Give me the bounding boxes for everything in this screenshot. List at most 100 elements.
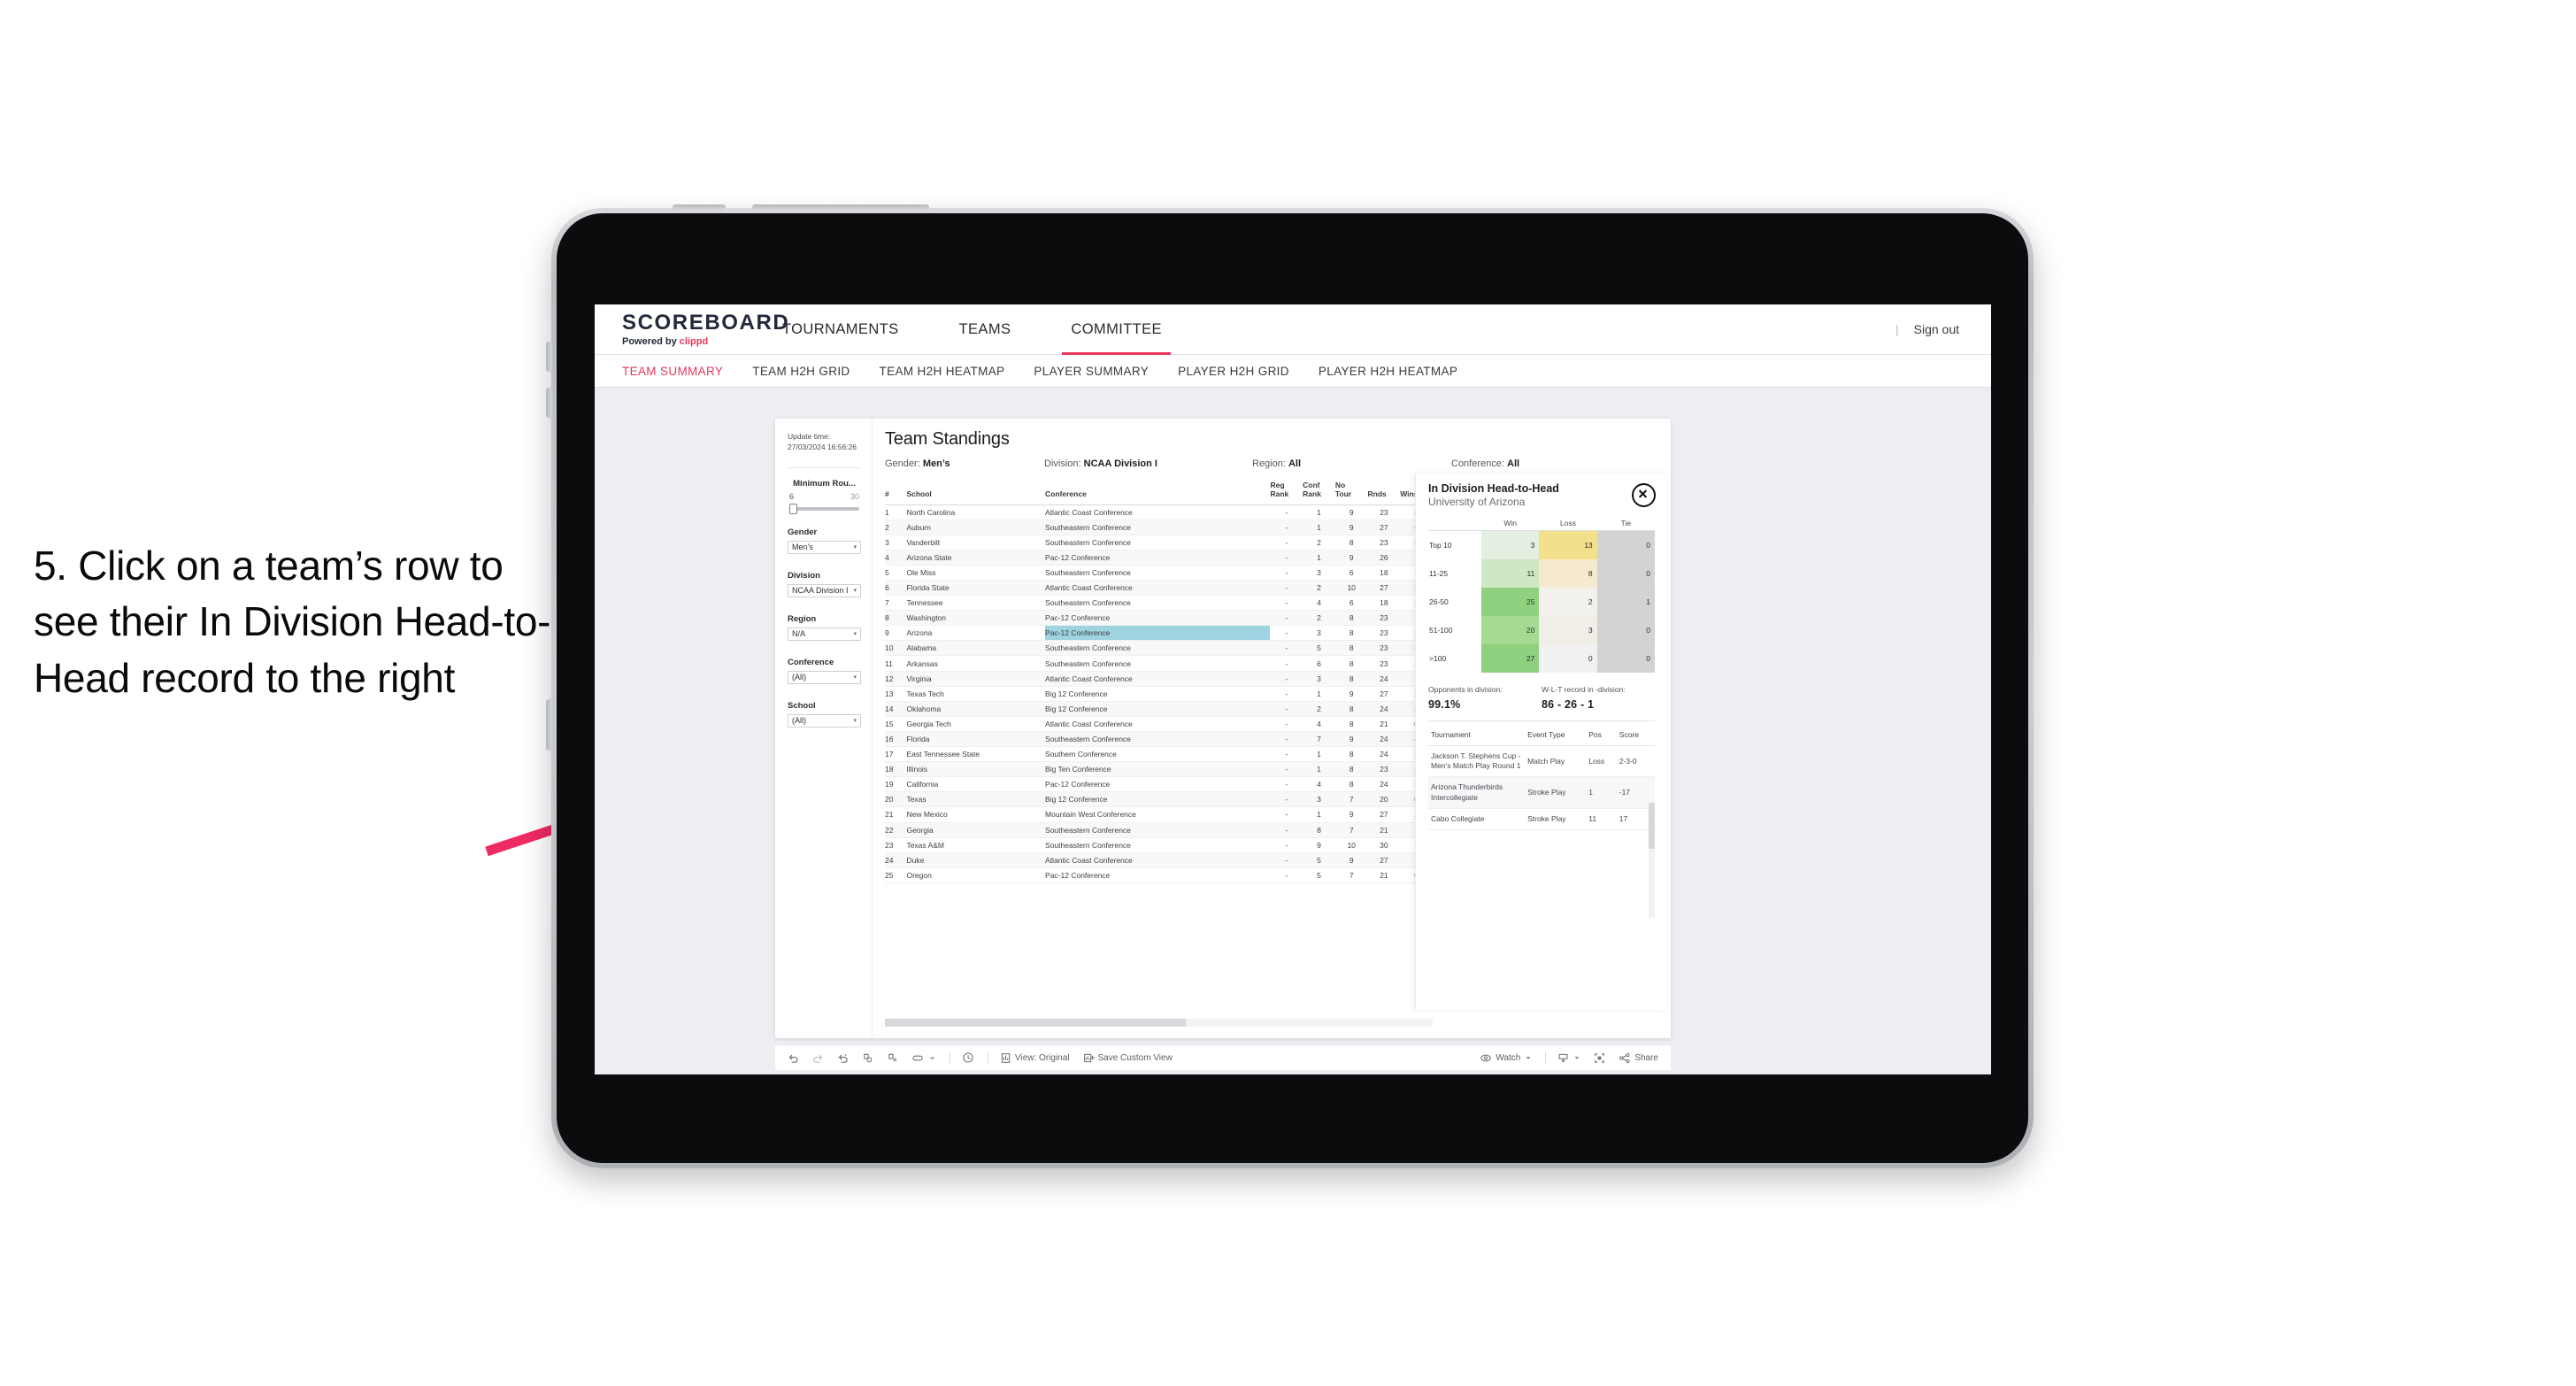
h2h-win-cell[interactable]: 25 — [1481, 588, 1540, 616]
sign-out-link[interactable]: Sign out — [1914, 322, 1959, 336]
cell-event-type: Stroke Play — [1525, 808, 1587, 831]
h2h-win-cell[interactable]: 20 — [1481, 616, 1540, 644]
school-value: (All) — [792, 716, 806, 726]
tournament-row[interactable]: Arizona Thunderbirds Intercollegiate Stro… — [1428, 776, 1655, 809]
gender-filter: Gender Men’s ▾ — [788, 527, 861, 554]
tournament-row[interactable]: Cabo Collegiate Stroke Play 11 17 — [1428, 808, 1655, 831]
col-rank[interactable]: # — [885, 478, 907, 505]
cell-rnds: 21 — [1367, 716, 1401, 732]
col-conference[interactable]: Conference — [1045, 478, 1271, 505]
view-original-button[interactable]: View: Original — [1000, 1052, 1070, 1064]
table-row[interactable]: 24DukeAtlantic Coast Conference-59271 — [885, 852, 1433, 868]
table-row[interactable]: 8WashingtonPac-12 Conference-28231 — [885, 610, 1433, 627]
watch-button[interactable]: Watch — [1480, 1052, 1532, 1064]
highlight-icon[interactable] — [911, 1052, 925, 1064]
tab-team-summary[interactable]: TEAM SUMMARY — [622, 365, 723, 378]
save-custom-view-button[interactable]: Save Custom View — [1083, 1052, 1173, 1064]
table-row[interactable]: 7TennesseeSoutheastern Conference-46182 — [885, 595, 1433, 612]
table-row[interactable]: 21 New Mexico Mountain West Conference -1 9 2… — [885, 806, 1433, 823]
logo-subtitle: Powered by clippd — [622, 336, 752, 347]
cell-conference: Big 12 Conference — [1045, 701, 1271, 717]
history-icon[interactable] — [962, 1051, 974, 1064]
table-row[interactable]: 6 Florida State Atlantic Coast Conference -… — [885, 580, 1433, 597]
tab-team-h2h-grid[interactable]: TEAM H2H GRID — [752, 365, 850, 378]
h2h-loss-cell[interactable]: 3 — [1539, 616, 1597, 644]
tab-player-summary[interactable]: PLAYER SUMMARY — [1034, 365, 1149, 378]
slider-handle[interactable] — [789, 503, 797, 514]
table-row[interactable]: 15 Georgia Tech Atlantic Coast Conference -… — [885, 716, 1433, 732]
gender-select[interactable]: Men’s ▾ — [788, 540, 861, 554]
table-row[interactable]: 9ArizonaPac-12 Conference-38232 — [885, 625, 1433, 642]
col-conf-rank[interactable]: Conf Rank — [1303, 478, 1335, 505]
minimum-rounds-slider[interactable] — [789, 503, 859, 514]
table-row[interactable]: 13Texas TechBig 12 Conference-19272 — [885, 686, 1433, 702]
fullscreen-icon[interactable] — [1594, 1052, 1605, 1064]
table-row[interactable]: 10AlabamaSoutheastern Conference-58233 — [885, 640, 1433, 657]
close-circle-icon[interactable] — [1632, 483, 1656, 507]
h2h-win-cell[interactable]: 11 — [1481, 559, 1540, 588]
table-row[interactable]: 12 Virginia Atlantic Coast Conference -3 8 24… — [885, 671, 1433, 687]
cell-reg-rank: - — [1270, 867, 1303, 883]
table-row[interactable]: 17 East Tennessee State Southern Conferenc… — [885, 746, 1433, 763]
col-reg-rank[interactable]: Reg Rank — [1270, 478, 1303, 505]
h2h-win-cell[interactable]: 3 — [1481, 530, 1540, 559]
app-logo[interactable]: SCOREBOARD Powered by clippd — [595, 312, 788, 347]
table-row[interactable]: 2AuburnSoutheastern Conference-19276 — [885, 520, 1433, 535]
col-rnds[interactable]: Rnds — [1367, 478, 1401, 505]
tab-player-h2h-grid[interactable]: PLAYER H2H GRID — [1178, 365, 1289, 378]
h2h-tie-cell[interactable]: 0 — [1596, 530, 1655, 559]
h2h-tie-cell[interactable]: 0 — [1596, 559, 1655, 588]
h2h-loss-cell[interactable]: 0 — [1539, 644, 1597, 673]
refresh-data-icon[interactable] — [862, 1052, 873, 1064]
sub-navigation-tabs: TEAM SUMMARY TEAM H2H GRID TEAM H2H HEAT… — [595, 355, 1991, 388]
table-row[interactable]: 18IllinoisBig Ten Conference-18233 — [885, 761, 1433, 778]
h2h-tie-cell[interactable]: 0 — [1596, 644, 1655, 673]
table-row[interactable]: 23 Texas A&M Southeastern Conference -9 10 30… — [885, 837, 1433, 853]
table-row[interactable]: 19CaliforniaPac-12 Conference-48242 — [885, 776, 1433, 793]
tab-team-h2h-heatmap[interactable]: TEAM H2H HEATMAP — [880, 365, 1005, 378]
tab-player-h2h-heatmap[interactable]: PLAYER H2H HEATMAP — [1319, 365, 1457, 378]
dashboard-sheet: Update time: 27/03/2024 16:56:26 Minimum… — [775, 419, 1671, 1038]
cell-conf-rank: 2 — [1303, 535, 1335, 551]
table-row[interactable]: 20TexasBig 12 Conference-37200 — [885, 791, 1433, 808]
nav-item-committee[interactable]: COMMITTEE — [1062, 304, 1171, 355]
table-row[interactable]: 4Arizona StatePac-12 Conference-19261 — [885, 550, 1433, 566]
table-row[interactable]: 16FloridaSoutheastern Conference-79244 — [885, 731, 1433, 748]
revert-icon[interactable] — [837, 1052, 849, 1064]
h2h-loss-cell[interactable]: 13 — [1539, 530, 1597, 559]
download-button[interactable] — [1557, 1052, 1580, 1064]
school-select[interactable]: (All) ▾ — [788, 713, 861, 728]
dropdown-caret-icon[interactable] — [928, 1054, 936, 1062]
scrollbar-thumb[interactable] — [885, 1019, 1186, 1027]
region-select[interactable]: N/A ▾ — [788, 627, 861, 641]
h2h-tie-cell[interactable]: 1 — [1596, 588, 1655, 616]
cell-conf-rank: 3 — [1303, 565, 1335, 581]
col-no-tour[interactable]: No Tour — [1334, 478, 1368, 505]
nav-item-teams[interactable]: TEAMS — [959, 304, 1011, 354]
pause-updates-icon[interactable] — [887, 1052, 898, 1064]
h2h-win-cell[interactable]: 27 — [1481, 644, 1540, 673]
cell-school: Arkansas — [906, 655, 1046, 672]
h2h-tie-cell[interactable]: 0 — [1596, 616, 1655, 644]
table-row[interactable]: 1 North Carolina Atlantic Coast Conference… — [885, 504, 1433, 520]
table-row[interactable]: 14OklahomaBig 12 Conference-28242 — [885, 701, 1433, 717]
h2h-loss-cell[interactable]: 8 — [1539, 559, 1597, 588]
nav-item-tournaments[interactable]: TOURNAMENTS — [782, 304, 899, 354]
table-row[interactable]: 5Ole MissSoutheastern Conference-36181 — [885, 565, 1433, 581]
undo-icon[interactable] — [788, 1052, 799, 1064]
share-button[interactable]: Share — [1619, 1052, 1658, 1064]
redo-icon[interactable] — [812, 1052, 824, 1064]
division-select[interactable]: NCAA Division I ▾ — [788, 583, 861, 597]
tournament-row[interactable]: Jackson T. Stephens Cup - Men’s Match Pl… — [1428, 745, 1655, 778]
table-row[interactable]: 3VanderbiltSoutheastern Conference-28235 — [885, 535, 1433, 551]
horizontal-scrollbar[interactable] — [885, 1019, 1433, 1027]
conference-select[interactable]: (All) ▾ — [788, 670, 861, 684]
h2h-loss-cell[interactable]: 2 — [1539, 588, 1597, 616]
scrollbar-thumb[interactable] — [1649, 803, 1655, 849]
table-row[interactable]: 22GeorgiaSoutheastern Conference-87211 — [885, 822, 1433, 838]
table-header-row: # School Conference Reg Rank Conf Rank No T… — [885, 478, 1433, 505]
table-row[interactable]: 25OregonPac-12 Conference-57210 — [885, 867, 1433, 883]
col-school[interactable]: School — [906, 478, 1046, 505]
tournament-vertical-scrollbar[interactable] — [1649, 803, 1655, 918]
table-row[interactable]: 11ArkansasSoutheastern Conference-68232 — [885, 655, 1433, 672]
